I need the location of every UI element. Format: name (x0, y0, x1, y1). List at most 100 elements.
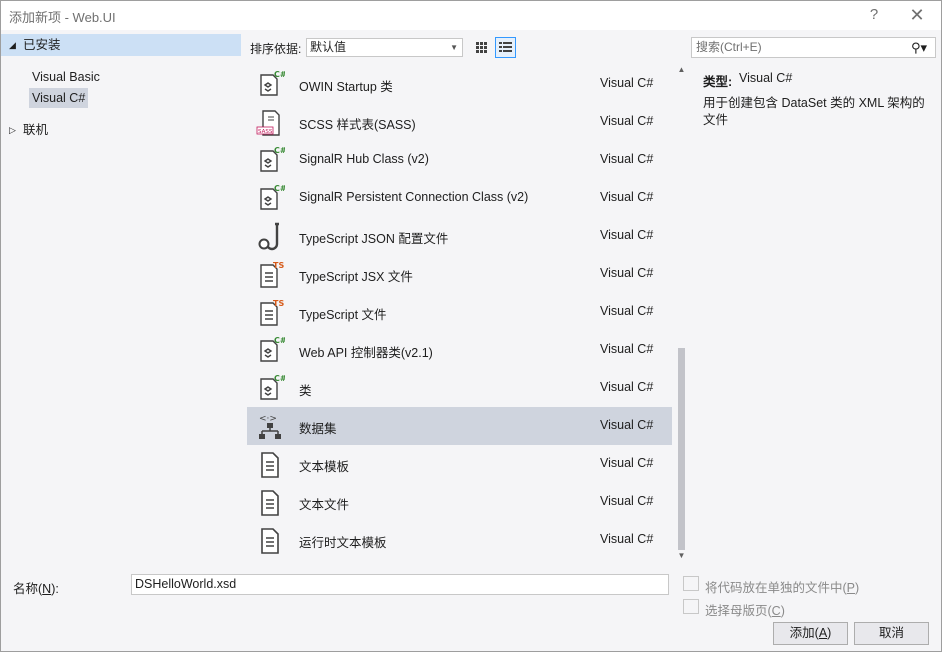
list-item[interactable]: TypeScript JSON 配置文件 Visual C# (247, 217, 672, 255)
name-label-text: 名称( (13, 582, 43, 596)
item-name: TypeScript JSX 文件 (299, 270, 413, 284)
scrollbar-thumb[interactable] (678, 348, 685, 550)
scss-file-icon: SASS (255, 107, 285, 137)
tree-node-visual-csharp[interactable]: Visual C# (29, 88, 89, 108)
add-accesskey: A (818, 626, 828, 640)
type-label: 类型: (703, 75, 733, 89)
item-name: SignalR Hub Class (v2) (299, 152, 429, 166)
svg-text:TS: TS (273, 299, 284, 308)
csharp-class-icon: C# (255, 373, 287, 403)
item-language: Visual C# (600, 304, 654, 318)
vertical-scrollbar[interactable]: ▲ ▼ (676, 65, 687, 565)
item-language: Visual C# (600, 380, 654, 394)
scroll-down-icon[interactable]: ▼ (676, 551, 687, 565)
chk1-accesskey: P (846, 581, 856, 595)
chk2-accesskey: C (771, 604, 781, 618)
type-value: Visual C# (739, 71, 793, 85)
svg-text:TS: TS (273, 261, 284, 270)
text-file-icon (255, 525, 285, 555)
svg-text:C#: C# (274, 336, 285, 345)
small-icons-view-button[interactable] (471, 37, 492, 58)
sort-label: 排序依据: (250, 42, 302, 56)
list-item[interactable]: C# SignalR Hub Class (v2) Visual C# (247, 141, 672, 179)
item-name: 文本模板 (299, 460, 350, 474)
item-language: Visual C# (600, 266, 654, 280)
template-tree: ◢ 已安装 Visual Basic Visual C# ▷ 联机 (1, 31, 241, 569)
sort-value: 默认值 (310, 40, 347, 54)
add-new-item-dialog: 添加新项 - Web.UI ? ✕ ◢ 已安装 Visual Basic Vis… (0, 0, 942, 652)
csharp-class-icon: C# (255, 145, 287, 175)
item-name: 数据集 (299, 422, 337, 436)
help-button[interactable]: ? (859, 3, 889, 27)
typescript-file-icon: TS (255, 297, 285, 327)
chk1-text: 将代码放在单独的文件中( (705, 581, 847, 595)
text-file-icon (255, 449, 285, 479)
separate-file-checkbox[interactable] (683, 576, 699, 591)
search-input[interactable]: 搜索(Ctrl+E) ⚲▾ (691, 37, 936, 58)
template-items: C# OWIN Startup 类 Visual C# SASS SCSS 样式表(SA… (247, 65, 672, 565)
json-config-icon (255, 221, 285, 251)
item-language: Visual C# (600, 228, 654, 242)
detail-pane: 类型: Visual C# 用于创建包含 DataSet 类的 XML 架构的文… (691, 63, 941, 569)
list-item[interactable]: SASS SCSS 样式表(SASS) Visual C# (247, 103, 672, 141)
window-title: 添加新项 - Web.UI (9, 10, 116, 25)
list-item[interactable]: 文本模板 Visual C# (247, 445, 672, 483)
chk2-suffix: ) (780, 604, 785, 618)
expanded-triangle-icon: ◢ (9, 40, 16, 50)
cancel-button[interactable]: 取消 (854, 622, 929, 645)
grid-view-icon (476, 42, 487, 53)
list-item[interactable]: C# 类 Visual C# (247, 369, 672, 407)
item-language: Visual C# (600, 494, 654, 508)
item-name: 文本文件 (299, 498, 350, 512)
item-language: Visual C# (600, 418, 654, 432)
item-name: 运行时文本模板 (299, 536, 387, 550)
list-item[interactable]: <·> 数据集 Visual C# (247, 407, 672, 445)
item-name: 类 (299, 384, 312, 398)
tree-node-label: 联机 (23, 123, 49, 137)
details-view-button[interactable] (495, 37, 516, 58)
add-text: 添加( (789, 626, 819, 640)
list-item[interactable]: C# Web API 控制器类(v2.1) Visual C# (247, 331, 672, 369)
chevron-down-icon: ▼ (450, 43, 458, 52)
add-button[interactable]: 添加(A) (773, 622, 848, 645)
typescript-file-icon: TS (255, 259, 285, 289)
bottom-panel: 名称(N): DSHelloWorld.xsd 将代码放在单独的文件中(P) 选… (1, 569, 941, 651)
csharp-class-icon: C# (255, 183, 287, 213)
item-name: Web API 控制器类(v2.1) (299, 346, 433, 360)
csharp-class-icon: C# (255, 69, 287, 99)
list-item[interactable]: TS TypeScript 文件 Visual C# (247, 293, 672, 331)
dataset-icon: <·> (255, 411, 285, 441)
item-name: TypeScript 文件 (299, 308, 387, 322)
list-item[interactable]: TS TypeScript JSX 文件 Visual C# (247, 255, 672, 293)
item-language: Visual C# (600, 76, 654, 90)
name-label: 名称(N): (13, 578, 59, 597)
scroll-up-icon[interactable]: ▲ (676, 65, 687, 79)
tree-node-online[interactable]: ▷ 联机 (1, 119, 241, 141)
list-view-icon (499, 42, 512, 52)
close-button[interactable]: ✕ (902, 3, 932, 27)
svg-text:C#: C# (274, 70, 285, 79)
svg-text:<·>: <·> (259, 414, 277, 424)
list-item[interactable]: C# SignalR Persistent Connection Class (v… (247, 179, 672, 217)
collapsed-triangle-icon: ▷ (9, 125, 16, 135)
search-placeholder: 搜索(Ctrl+E) (696, 40, 762, 54)
name-field[interactable]: DSHelloWorld.xsd (131, 574, 669, 595)
master-page-checkbox[interactable] (683, 599, 699, 614)
item-language: Visual C# (600, 342, 654, 356)
title-bar: 添加新项 - Web.UI ? ✕ (1, 1, 941, 30)
search-icon: ⚲▾ (910, 40, 927, 55)
tree-node-label: 已安装 (23, 38, 61, 52)
csharp-class-icon: C# (255, 335, 287, 365)
tree-node-installed[interactable]: ◢ 已安装 (1, 34, 241, 56)
list-item[interactable]: 文本文件 Visual C# (247, 483, 672, 521)
name-label-suffix: ): (51, 582, 59, 596)
tree-node-visual-basic[interactable]: Visual Basic (29, 67, 103, 87)
svg-text:C#: C# (274, 146, 285, 155)
item-name: OWIN Startup 类 (299, 80, 393, 94)
sort-dropdown[interactable]: 默认值 ▼ (306, 38, 463, 57)
item-name: SignalR Persistent Connection Class (v2) (299, 190, 529, 204)
svg-text:C#: C# (274, 184, 285, 193)
list-item[interactable]: C# OWIN Startup 类 Visual C# (247, 65, 672, 103)
list-item[interactable]: 运行时文本模板 Visual C# (247, 521, 672, 559)
template-description: 用于创建包含 DataSet 类的 XML 架构的文件 (703, 96, 925, 127)
